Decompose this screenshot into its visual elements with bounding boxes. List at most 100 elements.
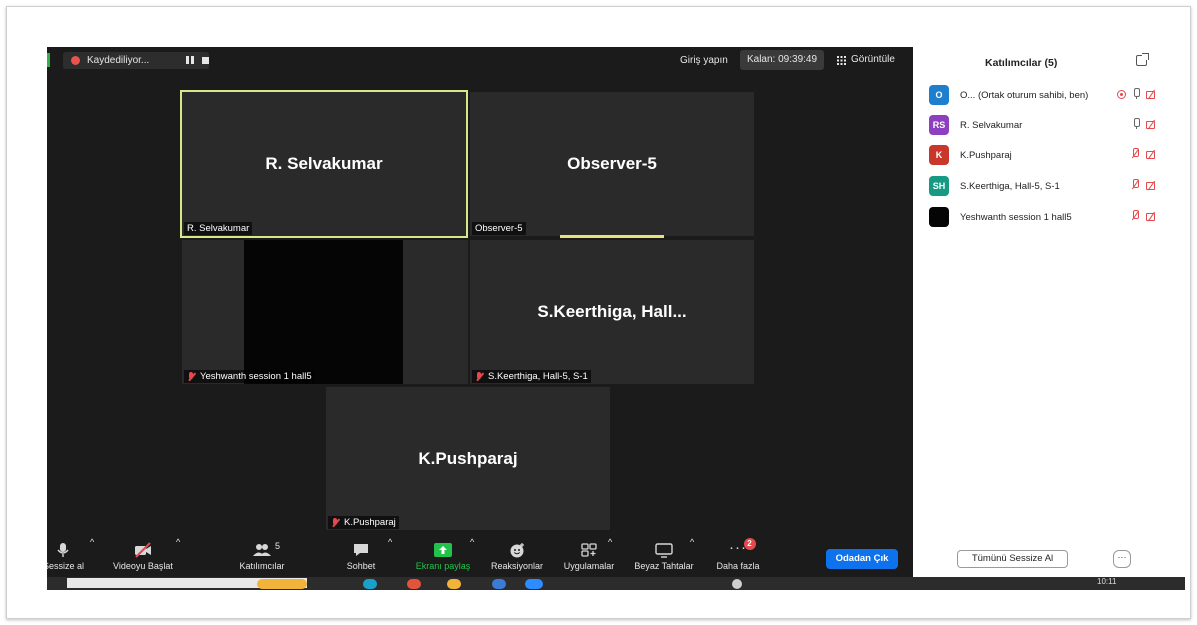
speaking-indicator [560,235,664,238]
chat-icon [354,544,368,556]
mute-button[interactable]: Sessize al [47,537,84,577]
avatar: SH [929,176,949,196]
avatar [929,207,949,227]
avatar: K [929,145,949,165]
taskbar-app-icon[interactable] [447,579,461,589]
participant-name: R. Selvakumar [960,119,1023,131]
participants-icon [253,544,271,556]
video-off-icon[interactable] [1146,89,1156,100]
chat-button[interactable]: Sohbet [341,537,381,577]
participants-count: 5 [275,541,281,551]
participant-status [1130,148,1156,160]
popout-icon[interactable] [1136,53,1149,66]
participant-name: K.Pushparaj [960,149,1012,161]
emoji-icon [510,543,524,558]
video-tile-selvakumar[interactable]: R. Selvakumar R. Selvakumar [180,90,468,238]
muted-mic-icon [187,371,196,382]
chat-options-chevron-icon[interactable]: ^ [388,537,392,577]
whiteboard-options-chevron-icon[interactable]: ^ [690,537,694,577]
microphone-icon [57,543,69,557]
participant-name: Observer-5 [567,154,657,173]
video-off-icon[interactable] [1146,149,1156,160]
panel-title: Katılımcılar (5) [985,57,1058,69]
video-feed [244,240,403,384]
participant-status [1130,179,1156,191]
video-tile-observer[interactable]: Observer-5 Observer-5 [470,92,754,236]
participant-row[interactable]: O O... (Ortak oturum sahibi, ben) [929,85,1169,105]
taskbar-app-icon[interactable] [492,579,506,589]
taskbar-widget-icon[interactable] [257,579,307,589]
apps-icon [581,543,597,557]
taskbar-app-icon[interactable] [363,579,377,589]
recording-label: Kaydediliyor... [87,55,150,66]
video-off-icon[interactable] [1146,180,1156,191]
share-options-chevron-icon[interactable]: ^ [470,537,474,577]
notification-badge: 2 [744,538,756,550]
recording-indicator[interactable]: Kaydediliyor... [63,52,209,69]
pause-recording-icon[interactable] [185,56,195,65]
recording-status-icon [1117,89,1126,99]
video-off-icon[interactable] [1146,211,1156,222]
participant-row[interactable]: Yeshwanth session 1 hall5 [929,207,1169,227]
panel-more-button[interactable]: ··· [1113,550,1131,568]
video-tile-yeshwanth[interactable]: Yeshwanth session 1 hall5 [182,240,468,384]
participant-name: S.Keerthiga, Hall... [537,302,687,321]
os-taskbar: 10:11 [47,577,1185,590]
taskbar-app-icon[interactable] [407,579,421,589]
participant-name: S.Keerthiga, Hall-5, S-1 [960,180,1060,192]
participant-tag: Observer-5 [472,222,526,235]
stop-recording-icon[interactable] [202,57,209,64]
muted-mic-icon [475,371,484,382]
mic-off-icon[interactable] [1130,210,1140,222]
participant-tag: K.Pushparaj [328,516,399,529]
participant-name: Yeshwanth session 1 hall5 [960,211,1072,223]
participant-row[interactable]: RS R. Selvakumar [929,115,1169,135]
participant-status [1117,88,1156,100]
whiteboard-icon [655,543,673,558]
apps-options-chevron-icon[interactable]: ^ [608,537,612,577]
taskbar-zoom-icon[interactable] [525,579,543,589]
taskbar-clock: 10:11 [1097,577,1117,586]
view-button[interactable]: Görüntüle [837,50,895,70]
participants-panel: Katılımcılar (5) O O... (Ortak oturum sa… [913,47,1184,577]
mic-on-icon[interactable] [1132,118,1140,130]
participant-name: K.Pushparaj [418,448,518,468]
meeting-toolbar: Sessize al ^ Videoyu Başlat ^ 5 Katılımc… [47,537,913,577]
participant-row[interactable]: SH S.Keerthiga, Hall-5, S-1 [929,176,1169,196]
mute-options-chevron-icon[interactable]: ^ [90,537,94,577]
participant-row[interactable]: K K.Pushparaj [929,145,1169,165]
mic-off-icon[interactable] [1130,179,1140,191]
participants-button[interactable]: 5 Katılımcılar [227,537,297,577]
video-tile-pushparaj[interactable]: K.Pushparaj K.Pushparaj [326,387,610,530]
record-dot-icon [71,56,80,65]
time-remaining: Kalan: 09:39:49 [740,50,824,70]
mic-on-icon[interactable] [1132,88,1140,100]
grid-icon [837,55,846,65]
share-screen-button[interactable]: Ekranı paylaş [409,537,477,577]
participant-tag: R. Selvakumar [184,222,253,235]
login-link[interactable]: Giriş yapın [680,52,728,69]
meeting-window: Kaydediliyor... Giriş yapın Kalan: 09:39… [47,47,913,577]
video-options-chevron-icon[interactable]: ^ [176,537,180,577]
meeting-top-bar: Kaydediliyor... Giriş yapın Kalan: 09:39… [47,47,913,73]
taskbar-tray-icon [732,579,742,589]
security-indicator [47,53,50,67]
participant-tag: Yeshwanth session 1 hall5 [184,370,315,383]
share-screen-icon [434,543,452,557]
reactions-button[interactable]: Reaksiyonlar [487,537,547,577]
video-tile-keerthiga[interactable]: S.Keerthiga, Hall... S.Keerthiga, Hall-5… [470,240,754,384]
start-video-button[interactable]: Videoyu Başlat [107,537,179,577]
mute-all-button[interactable]: Tümünü Sessize Al [957,550,1068,568]
muted-mic-icon [331,517,340,528]
participant-name: R. Selvakumar [265,154,383,173]
participant-status [1132,118,1156,130]
more-button[interactable]: ··· 2 Daha fazla [709,537,767,577]
view-label: Görüntüle [851,54,895,65]
leave-button[interactable]: Odadan Çık [826,549,898,569]
video-off-icon[interactable] [1146,119,1156,130]
mic-off-icon[interactable] [1130,148,1140,160]
participant-name: O... (Ortak oturum sahibi, ben) [960,89,1089,101]
participant-status [1130,210,1156,222]
avatar: O [929,85,949,105]
apps-button[interactable]: Uygulamalar [555,537,623,577]
